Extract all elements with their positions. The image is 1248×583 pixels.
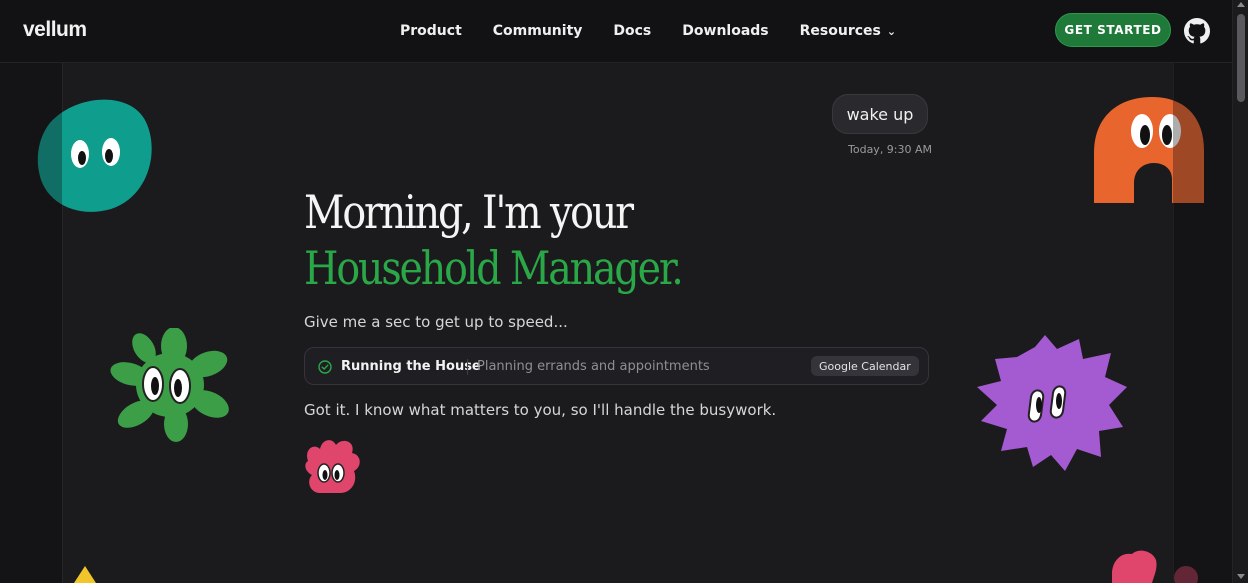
- integration-badge: Google Calendar: [811, 356, 919, 376]
- hero-headline: Morning, I'm your Household Manager.: [304, 184, 684, 296]
- nav-link-resources-label: Resources: [799, 23, 881, 39]
- user-message-bubble: wake up: [832, 94, 928, 134]
- teal-blob-creature-icon: [37, 99, 152, 212]
- orange-arch-creature-icon: [1094, 97, 1204, 203]
- yellow-triangle-creature-icon: [74, 566, 96, 583]
- nav-link-docs[interactable]: Docs: [613, 23, 651, 39]
- hero-subtitle: Give me a sec to get up to speed...: [304, 313, 568, 331]
- vellum-logo[interactable]: vellum: [23, 18, 87, 42]
- nav-link-downloads[interactable]: Downloads: [682, 23, 768, 39]
- scroll-down-arrow-icon[interactable]: [1237, 574, 1245, 579]
- headline-line-2: Household Manager.: [304, 241, 684, 295]
- pink-flower-creature-icon: [305, 440, 360, 493]
- purple-spiky-creature-icon: [977, 335, 1127, 471]
- message-timestamp: Today, 9:30 AM: [848, 143, 933, 156]
- chevron-down-icon: ⌄: [886, 25, 897, 38]
- nav-link-product[interactable]: Product: [400, 23, 462, 39]
- nav-link-community[interactable]: Community: [493, 23, 583, 39]
- get-started-button[interactable]: GET STARTED: [1055, 13, 1171, 47]
- top-navbar: vellum Product Community Docs Downloads …: [0, 0, 1232, 63]
- nav-links: Product Community Docs Downloads Resourc…: [400, 23, 896, 39]
- headline-line-1: Morning, I'm your: [304, 185, 634, 239]
- green-flower-creature-icon: [110, 328, 229, 442]
- hero-panel: [62, 63, 1174, 583]
- task-description: Planning errands and appointments: [477, 359, 710, 374]
- task-status-card: Running the House Planning errands and a…: [304, 347, 929, 385]
- nav-link-resources[interactable]: Resources ⌄: [800, 23, 896, 39]
- task-divider: [467, 359, 468, 375]
- assistant-reply: Got it. I know what matters to you, so I…: [304, 401, 777, 419]
- pink-heart-creature-icon: [1112, 550, 1198, 583]
- check-circle-icon: [318, 360, 332, 374]
- scroll-up-arrow-icon[interactable]: [1237, 2, 1245, 7]
- scrollbar-thumb[interactable]: [1237, 14, 1245, 102]
- task-title: Running the House: [341, 359, 481, 374]
- page-scrollbar[interactable]: [1232, 0, 1248, 583]
- github-icon[interactable]: [1184, 18, 1210, 44]
